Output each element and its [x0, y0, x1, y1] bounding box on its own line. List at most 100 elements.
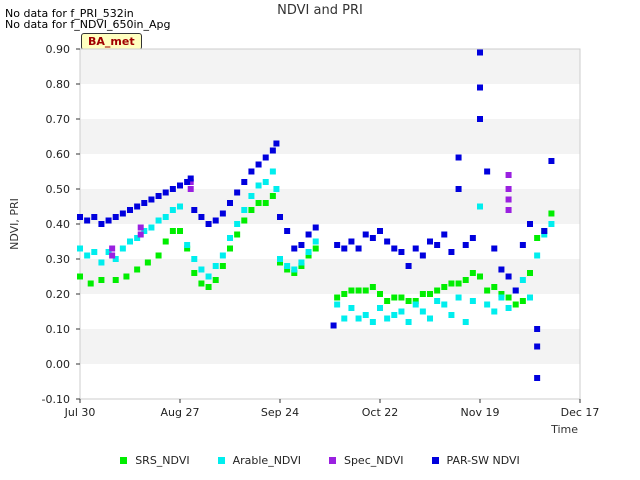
point-arable-ndvi [334, 301, 341, 308]
point-par-sw-ndvi [330, 322, 337, 329]
point-par-sw-ndvi [484, 168, 491, 175]
point-par-sw-ndvi [405, 263, 412, 269]
point-par-sw-ndvi [269, 147, 276, 154]
point-par-sw-ndvi [455, 154, 462, 161]
legend-label: SRS_NDVI [135, 454, 190, 467]
point-par-sw-ndvi [419, 252, 426, 259]
point-par-sw-ndvi [455, 186, 462, 192]
point-srs-ndvi [391, 294, 398, 301]
y-tick-label: 0.00 [46, 358, 71, 371]
point-spec-ndvi [505, 186, 512, 192]
point-arable-ndvi [348, 305, 355, 311]
point-arable-ndvi [441, 301, 448, 308]
point-arable-ndvi [77, 245, 83, 252]
point-srs-ndvi [427, 291, 433, 297]
point-arable-ndvi [455, 294, 462, 301]
point-par-sw-ndvi [341, 245, 348, 252]
grid-band [80, 224, 580, 259]
point-par-sw-ndvi [434, 242, 441, 248]
point-srs-ndvi [227, 245, 233, 252]
point-arable-ndvi [484, 301, 491, 308]
y-tick-label: 0.80 [46, 78, 71, 91]
point-par-sw-ndvi [148, 196, 155, 203]
point-par-sw-ndvi [191, 207, 198, 213]
point-srs-ndvi [262, 200, 269, 206]
point-srs-ndvi [341, 291, 348, 297]
point-par-sw-ndvi [212, 217, 219, 224]
x-tick-label: Sep 24 [261, 406, 299, 419]
point-srs-ndvi [198, 280, 205, 287]
point-srs-ndvi [112, 277, 119, 283]
point-par-sw-ndvi [205, 221, 212, 227]
point-par-sw-ndvi [77, 214, 83, 220]
point-par-sw-ndvi [84, 217, 91, 224]
point-par-sw-ndvi [234, 189, 241, 196]
point-arable-ndvi [398, 308, 405, 315]
point-par-sw-ndvi [119, 210, 126, 217]
point-srs-ndvi [255, 200, 262, 206]
point-spec-ndvi [187, 186, 194, 192]
y-tick-label: 0.90 [46, 43, 71, 56]
point-arable-ndvi [369, 319, 376, 325]
point-par-sw-ndvi [498, 266, 505, 273]
grid-band [80, 49, 580, 84]
point-par-sw-ndvi [362, 231, 369, 238]
point-par-sw-ndvi [198, 214, 205, 220]
point-srs-ndvi [177, 228, 183, 234]
point-arable-ndvi [341, 315, 348, 322]
point-arable-ndvi [384, 315, 391, 322]
point-par-sw-ndvi [141, 200, 148, 206]
x-tick-label: Nov 19 [461, 406, 500, 419]
grid-band [80, 259, 580, 294]
legend-swatch [328, 457, 336, 464]
point-srs-ndvi [134, 266, 141, 273]
point-arable-ndvi [391, 312, 398, 318]
point-arable-ndvi [548, 221, 555, 227]
point-arable-ndvi [119, 245, 126, 252]
y-tick-label: 0.60 [46, 148, 71, 161]
point-par-sw-ndvi [369, 235, 376, 241]
point-srs-ndvi [212, 277, 219, 283]
point-arable-ndvi [284, 263, 291, 269]
point-par-sw-ndvi [134, 203, 141, 210]
point-spec-ndvi [505, 207, 512, 213]
point-srs-ndvi [527, 270, 533, 276]
point-par-sw-ndvi [298, 242, 305, 248]
legend-item: PAR-SW NDVI [431, 454, 520, 467]
point-par-sw-ndvi [98, 221, 105, 227]
point-srs-ndvi [362, 287, 369, 294]
point-par-sw-ndvi [219, 210, 226, 217]
point-par-sw-ndvi [262, 154, 269, 161]
point-srs-ndvi [434, 287, 441, 294]
point-srs-ndvi [123, 273, 130, 280]
point-srs-ndvi [462, 277, 469, 283]
point-par-sw-ndvi [277, 214, 283, 220]
y-tick-label: 0.10 [46, 323, 71, 336]
point-par-sw-ndvi [255, 161, 262, 168]
point-srs-ndvi [548, 210, 555, 217]
point-arable-ndvi [277, 256, 283, 262]
legend-item: SRS_NDVI [120, 454, 190, 467]
point-arable-ndvi [191, 256, 198, 262]
legend-swatch [431, 457, 439, 464]
point-arable-ndvi [305, 249, 312, 255]
point-srs-ndvi [419, 291, 426, 297]
point-par-sw-ndvi [227, 200, 233, 206]
point-par-sw-ndvi [312, 224, 319, 231]
point-srs-ndvi [469, 270, 476, 276]
grid-band [80, 294, 580, 329]
point-srs-ndvi [477, 273, 483, 280]
point-par-sw-ndvi [127, 207, 133, 213]
point-arable-ndvi [212, 263, 219, 269]
point-par-sw-ndvi [427, 238, 433, 245]
point-srs-ndvi [448, 280, 455, 287]
point-srs-ndvi [144, 259, 151, 266]
point-arable-ndvi [184, 242, 191, 248]
point-srs-ndvi [77, 273, 83, 280]
point-par-sw-ndvi [391, 245, 398, 252]
point-spec-ndvi [137, 231, 144, 238]
y-tick-label: 0.20 [46, 288, 71, 301]
point-srs-ndvi [241, 217, 248, 224]
point-par-sw-ndvi [534, 375, 541, 381]
point-par-sw-ndvi [273, 140, 280, 147]
